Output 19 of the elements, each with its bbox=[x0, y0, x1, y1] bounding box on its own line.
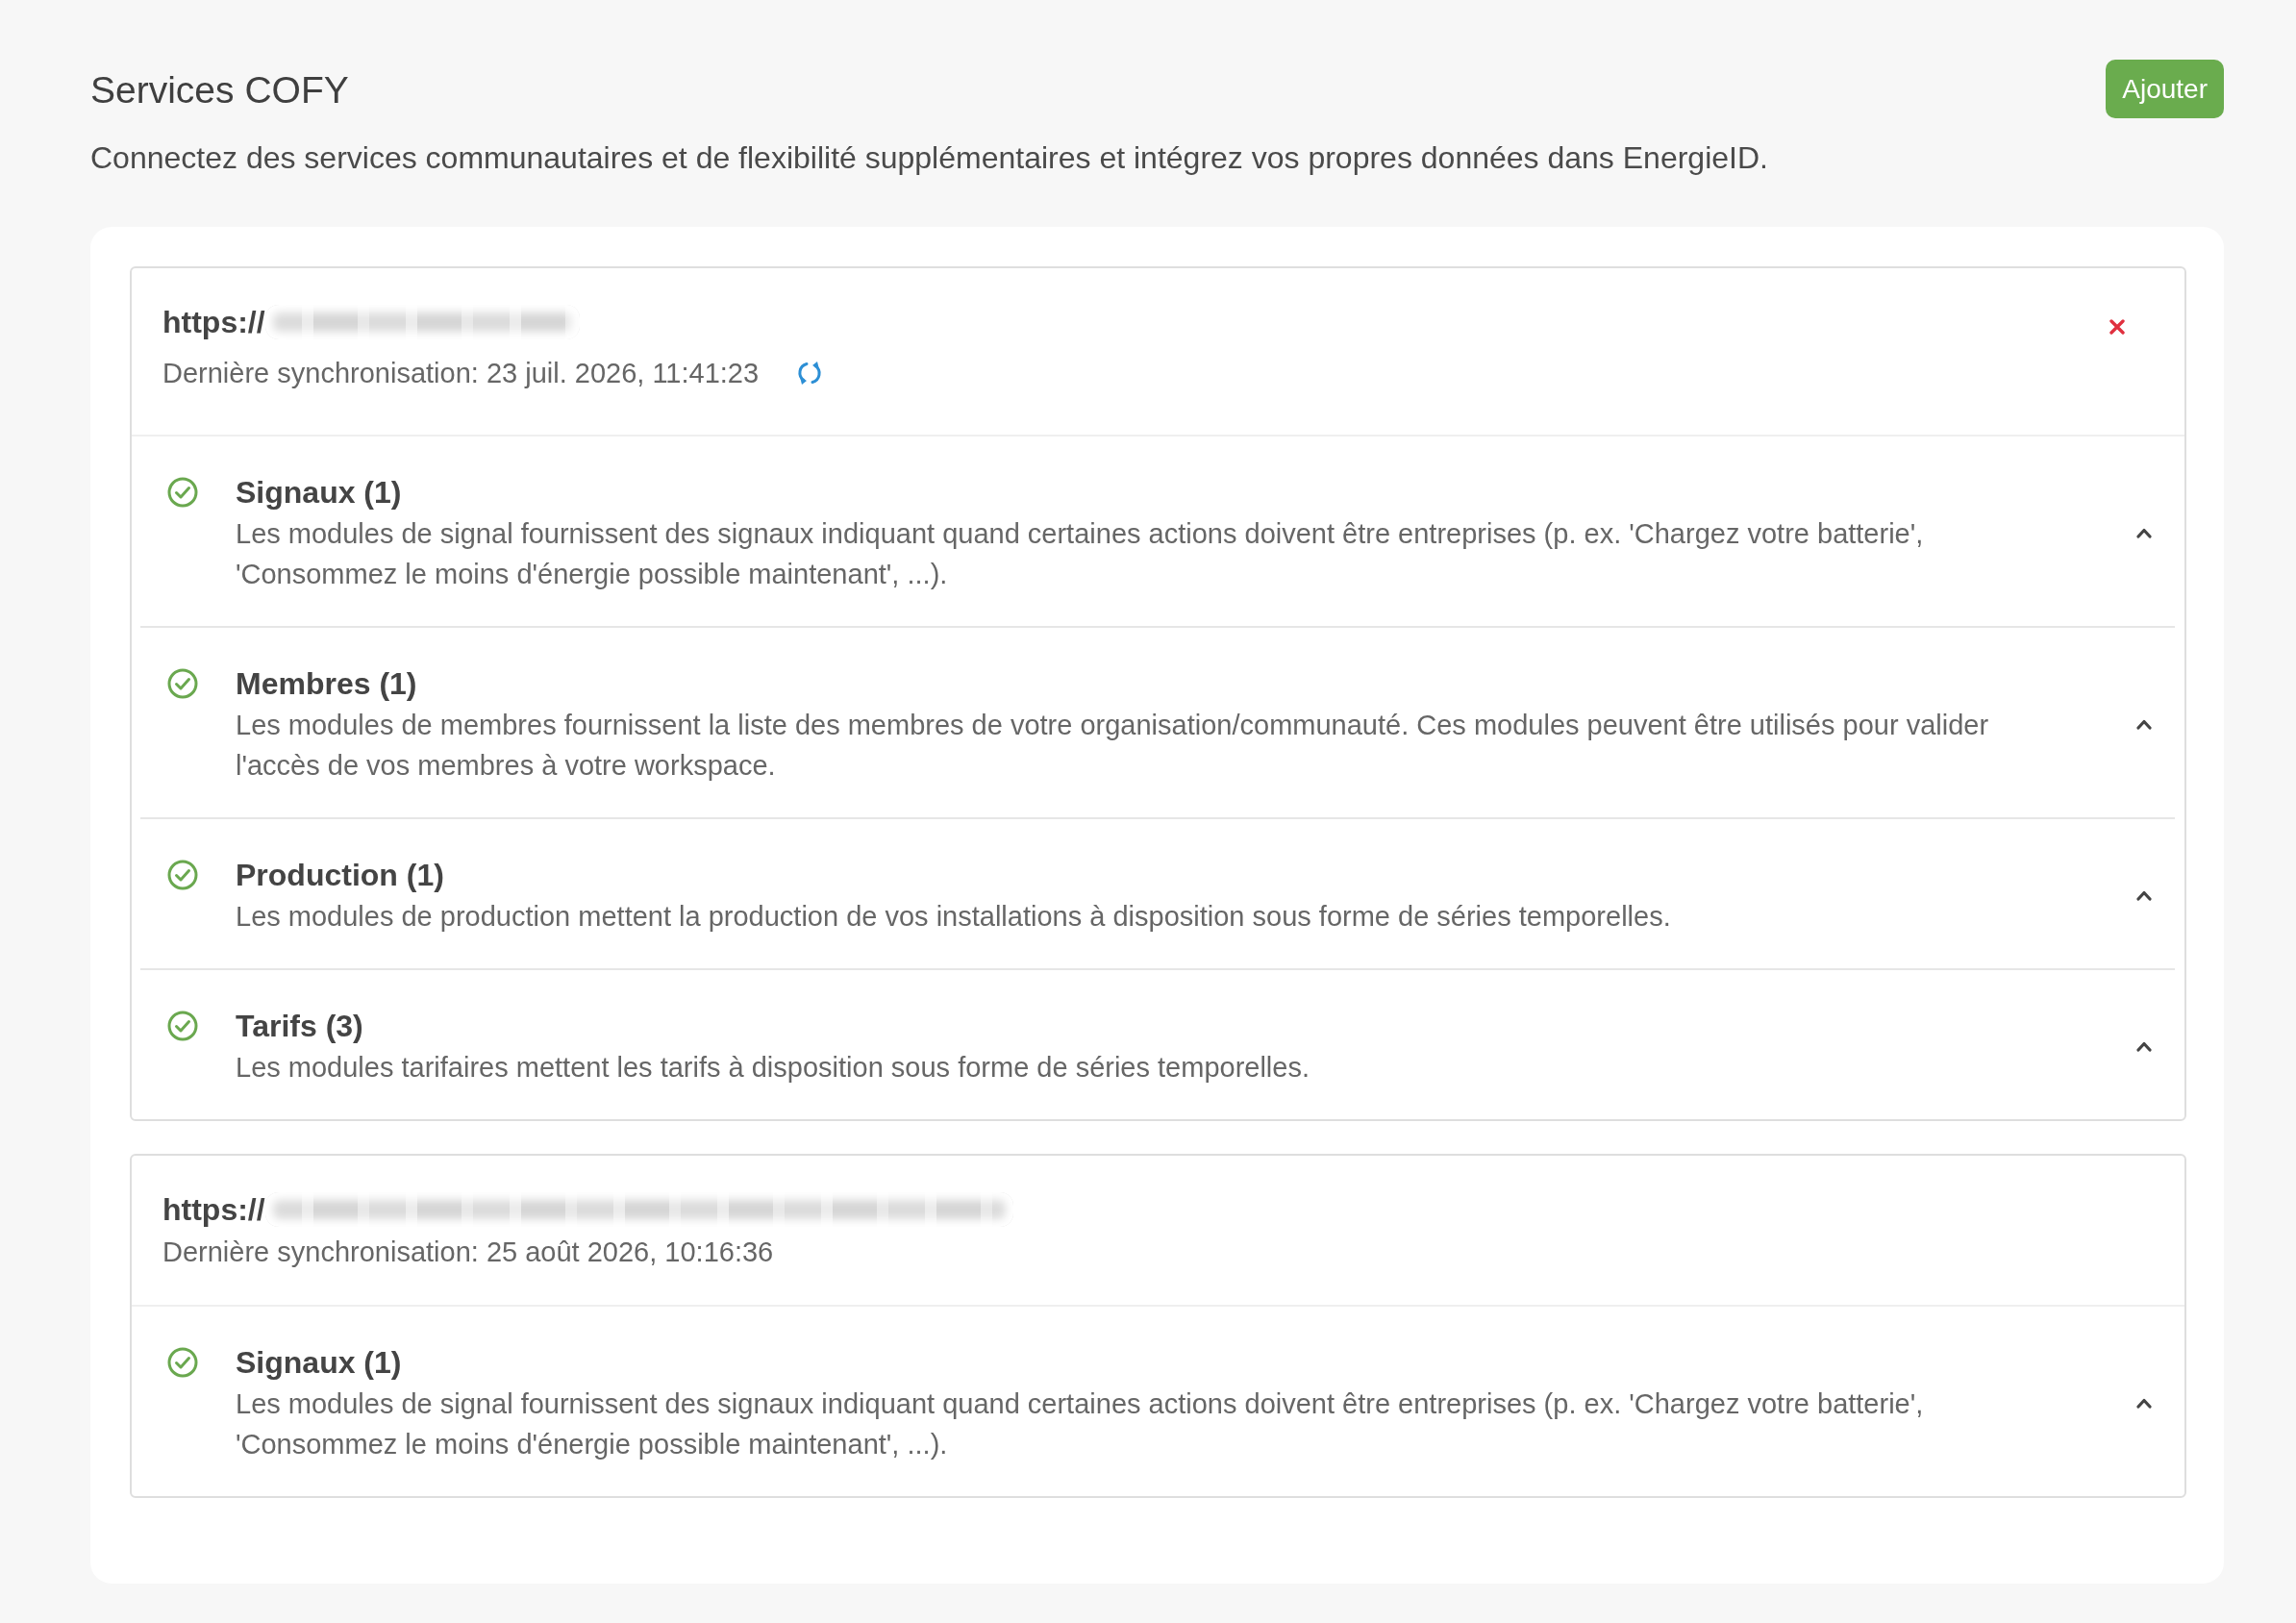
module-title: Production (1) bbox=[236, 857, 445, 894]
close-icon bbox=[2109, 319, 2125, 335]
last-sync-text: Dernière synchronisation: 25 août 2026, 10:16:36 bbox=[162, 1236, 774, 1269]
add-button[interactable]: Ajouter bbox=[2106, 60, 2224, 118]
module-description: Les modules de membres fournissent la liste des membres de votre organisation/communauté. Ces modules peuvent être utilisés pour valider l'accès de vos membres à votre workspace. bbox=[236, 709, 1990, 783]
service-url: https:// bbox=[162, 304, 265, 341]
refresh-icon bbox=[797, 361, 823, 386]
module-title: Tarifs (3) bbox=[236, 1008, 364, 1045]
module-title: Signaux (1) bbox=[236, 1344, 403, 1382]
module-description: Les modules de signal fournissent des signaux indiquant quand certaines actions doivent être entreprises (p. ex. 'Chargez votre batterie', 'Consommez le moins d'énergie possible maintenant', ...). bbox=[236, 1387, 1925, 1461]
module-title: Membres (1) bbox=[236, 665, 418, 703]
module-description: Les modules de signal fournissent des signaux indiquant quand certaines actions doivent être entreprises (p. ex. 'Chargez votre batterie', 'Consommez le moins d'énergie possible maintenant', ...). bbox=[236, 517, 1925, 591]
module-description: Les modules tarifaires mettent les tarifs à disposition sous forme de séries temporelles. bbox=[236, 1051, 1310, 1085]
page-description: Connectez des services communautaires et de flexibilité supplémentaires et intégrez vos propres données dans EnergieID. bbox=[90, 139, 1769, 177]
page-title: Services COFY bbox=[90, 68, 349, 112]
module-title: Signaux (1) bbox=[236, 474, 403, 512]
module-description: Les modules de production mettent la production de vos installations à disposition sous forme de séries temporelles. bbox=[236, 900, 1672, 934]
service-url: https:// bbox=[162, 1191, 265, 1229]
last-sync-text: Dernière synchronisation: 23 juil. 2026, 11:41:23 bbox=[162, 357, 760, 390]
